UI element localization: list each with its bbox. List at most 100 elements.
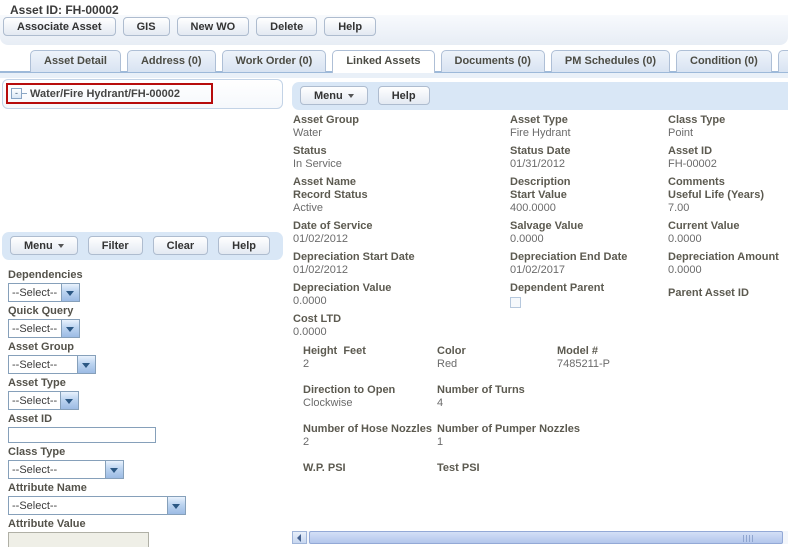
detail-field-depreciation-amount: Depreciation Amount0.0000 [668,251,788,277]
scrollbar-track[interactable] [307,531,788,544]
asset-id-input[interactable] [8,427,156,443]
detail-field-salvage-value: Salvage Value0.0000 [510,220,662,246]
dependent-parent-checkbox[interactable] [510,297,521,308]
salvage-value-value: 0.0000 [510,233,662,246]
detail-toolbar: Menu Help [292,82,788,110]
tab-pm-schedules-0[interactable]: PM Schedules (0) [551,50,670,72]
detail-field-depreciation-value: Depreciation Value0.0000 [293,282,503,308]
asset-group-selected-value: --Select-- [9,359,77,371]
filter-clear-label: Clear [167,240,195,252]
date-of-service-value: 01/02/2012 [293,233,503,246]
field-quick-query: Quick Query--Select-- [8,305,280,338]
filter-clear-button[interactable]: Clear [153,236,209,255]
field-asset-id: Asset ID [8,413,280,443]
field-class-type: Class Type --Select-- [8,446,280,479]
attribute-row: Direction to OpenClockwiseNumber of Turn… [303,384,783,410]
class-type-label: Class Type [8,446,280,458]
attribute-row: W.P. PSITest PSI [303,462,783,488]
detail-field-current-value: Current Value0.0000 [668,220,788,246]
asset-name-label: Asset Name [293,176,503,189]
select-arrow-icon[interactable] [61,284,79,301]
horizontal-scrollbar[interactable] [292,531,788,544]
attribute-name-select[interactable]: --Select-- [8,496,186,515]
asset-type-value: Fire Hydrant [510,127,662,140]
detail-field-asset-group: Asset GroupWater [293,114,503,140]
field-asset-group: Asset Group--Select-- [8,341,280,374]
new-wo-button[interactable]: New WO [177,17,250,36]
asset-group-select[interactable]: --Select-- [8,355,96,374]
scrollbar-grip [743,535,754,542]
dependencies-select[interactable]: --Select-- [8,283,80,302]
attr-direction-to-open-label: Direction to Open [303,384,437,397]
filter-help-button[interactable]: Help [218,236,270,255]
quick-query-select[interactable]: --Select-- [8,319,80,338]
field-asset-type: Asset Type--Select-- [8,377,280,410]
help-button[interactable]: Help [324,17,376,36]
tab-condition-assessment-0[interactable]: Condition Assessment (0) [778,50,788,72]
asset-type-select[interactable]: --Select-- [8,391,79,410]
detail-column-2: Asset TypeFire HydrantStatus Date01/31/2… [510,114,662,316]
attribute-name-selected-value: --Select-- [9,500,167,512]
tree-item-label[interactable]: Water/Fire Hydrant/FH-00002 [30,88,180,100]
tab-work-order-0[interactable]: Work Order (0) [222,50,327,72]
status-date-value: 01/31/2012 [510,158,662,171]
field-attribute-value: Attribute Value [8,518,280,547]
asset-type-selected-value: --Select-- [9,395,60,407]
filter-filter-button[interactable]: Filter [88,236,143,255]
tab-address-0[interactable]: Address (0) [127,50,216,72]
field-dependencies: Dependencies--Select-- [8,269,280,302]
attr-test-psi: Test PSI [437,462,557,488]
select-arrow-icon[interactable] [167,497,185,514]
depreciation-end-date-value: 01/02/2017 [510,264,662,277]
associate-asset-button[interactable]: Associate Asset [3,17,116,36]
filter-menu-button[interactable]: Menu [10,236,78,255]
filter-menu-label: Menu [24,240,53,252]
scrollbar-thumb[interactable] [309,531,783,544]
gis-button[interactable]: GIS [123,17,170,36]
start-value-value: 400.0000 [510,202,662,215]
attribute-row: Height Feet2ColorRedModel #7485211-P [303,345,783,371]
tab-asset-detail[interactable]: Asset Detail [30,50,121,72]
class-type-select[interactable]: --Select-- [8,460,124,479]
attr-test-psi-value [437,475,557,488]
tab-understrip [0,73,788,78]
dependent-parent-label: Dependent Parent [510,282,662,295]
tab-condition-0[interactable]: Condition (0) [676,50,772,72]
depreciation-amount-label: Depreciation Amount [668,251,788,264]
select-arrow-icon[interactable] [60,392,78,409]
attribute-section: Height Feet2ColorRedModel #7485211-P Dire… [303,345,783,501]
select-arrow-icon[interactable] [77,356,95,373]
dependencies-selected-value: --Select-- [9,287,61,299]
depreciation-end-date-label: Depreciation End Date [510,251,662,264]
detail-field-depreciation-start-date: Depreciation Start Date01/02/2012 [293,251,503,277]
detail-menu-label: Menu [314,90,343,102]
attr-number-of-hose-nozzles-label: Number of Hose Nozzles [303,423,437,436]
detail-menu-button[interactable]: Menu [300,86,368,105]
detail-field-start-value: Start Value400.0000 [510,189,662,215]
detail-toolbar-buttons: Menu Help [292,82,788,105]
select-arrow-icon[interactable] [105,461,123,478]
delete-button[interactable]: Delete [256,17,317,36]
status-label: Status [293,145,503,158]
comments-label: Comments [668,176,788,189]
attribute-value-input [8,532,149,547]
filter-toolbar: Menu Filter Clear Help [2,232,283,260]
attribute-row: Number of Hose Nozzles2Number of Pumper … [303,423,783,449]
depreciation-amount-value: 0.0000 [668,264,788,277]
detail-help-button[interactable]: Help [378,86,430,105]
select-arrow-icon[interactable] [61,320,79,337]
detail-help-label: Help [392,90,416,102]
tab-documents-0[interactable]: Documents (0) [441,50,545,72]
tab-linked-assets[interactable]: Linked Assets [332,50,434,73]
attr-number-of-pumper-nozzles: Number of Pumper Nozzles1 [437,423,557,449]
depreciation-value-label: Depreciation Value [293,282,503,295]
detail-field-description: Description [510,176,662,189]
menu-dropdown-icon [348,94,354,98]
scroll-left-icon[interactable] [292,531,307,544]
cost-ltd-value: 0.0000 [293,326,503,339]
class-type-value: Point [668,127,788,140]
attribute-name-label: Attribute Name [8,482,280,494]
tree-collapse-icon[interactable]: - [11,88,22,99]
status-value: In Service [293,158,503,171]
detail-field-record-status: Record StatusActive [293,189,503,215]
